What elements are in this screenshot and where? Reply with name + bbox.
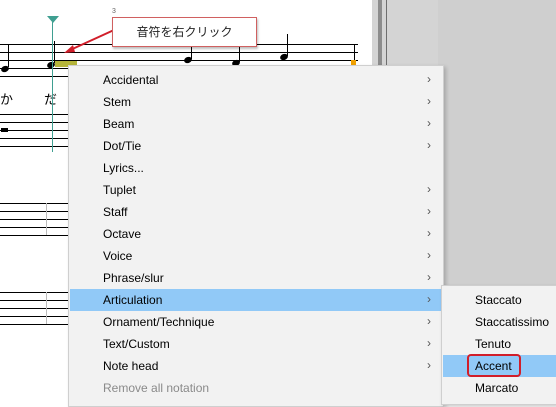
submenu-item-staccato[interactable]: Staccato (443, 289, 556, 311)
menu-item-text-custom[interactable]: Text/Custom › (70, 333, 442, 355)
menu-item-stem[interactable]: Stem › (70, 91, 442, 113)
staff-line (0, 138, 68, 139)
chevron-right-icon: › (427, 226, 431, 240)
menu-item-label: Note head (103, 359, 159, 373)
menu-item-lyrics[interactable]: Lyrics... (70, 157, 442, 179)
staff-line (0, 300, 68, 301)
chevron-right-icon: › (427, 314, 431, 328)
playback-cursor-head-icon[interactable] (47, 16, 59, 23)
menu-item-phrase-slur[interactable]: Phrase/slur › (70, 267, 442, 289)
staff-line (0, 146, 68, 147)
chevron-right-icon: › (427, 116, 431, 130)
chevron-right-icon: › (427, 182, 431, 196)
submenu-item-accent[interactable]: Accent (443, 355, 556, 377)
note-stem (287, 34, 288, 56)
chevron-right-icon: › (427, 248, 431, 262)
callout-annotation: 音符を右クリック (112, 17, 257, 47)
staff-line (0, 68, 68, 69)
menu-item-label: Tuplet (103, 183, 136, 197)
chevron-right-icon: › (427, 138, 431, 152)
submenu-item-label: Staccatissimo (475, 315, 550, 329)
menu-item-label: Voice (103, 249, 133, 263)
staff-line (0, 76, 68, 77)
submenu-item-tenuto[interactable]: Tenuto (443, 333, 556, 355)
submenu-item-label: Accent (475, 359, 512, 373)
menu-item-staff[interactable]: Staff › (70, 201, 442, 223)
staff-line (0, 316, 68, 317)
menu-item-label: Ornament/Technique (103, 315, 215, 329)
menu-item-label: Remove all notation (103, 381, 210, 395)
menu-item-voice[interactable]: Voice › (70, 245, 442, 267)
chevron-right-icon: › (427, 292, 431, 306)
callout-arrow-icon (64, 29, 115, 53)
staff-line (0, 308, 68, 309)
staff-line (0, 219, 68, 220)
chevron-right-icon: › (427, 72, 431, 86)
menu-item-octave[interactable]: Octave › (70, 223, 442, 245)
measure-number: 3 (112, 8, 116, 15)
menu-item-label: Staff (103, 205, 128, 219)
staff-line (0, 292, 68, 293)
staff-line (0, 227, 68, 228)
submenu-item-label: Tenuto (475, 337, 512, 351)
menu-item-label: Accidental (103, 73, 159, 87)
context-menu: Accidental › Stem › Beam › Dot/Tie › Lyrics.… (68, 65, 444, 407)
staff-line (0, 122, 68, 123)
submenu-item-label: Marcato (475, 381, 519, 395)
note-stem (8, 45, 9, 67)
articulation-submenu: Staccato Staccatissimo Tenuto Accent Mar… (441, 285, 556, 405)
staff-line (0, 130, 68, 131)
playback-cursor[interactable] (52, 22, 53, 152)
chevron-right-icon: › (427, 204, 431, 218)
menu-item-accidental[interactable]: Accidental › (70, 69, 442, 91)
staff-line (0, 203, 68, 204)
menu-item-tuplet[interactable]: Tuplet › (70, 179, 442, 201)
menu-item-articulation[interactable]: Articulation › (70, 289, 442, 311)
rest (1, 128, 8, 132)
note-stem (54, 41, 55, 63)
chevron-right-icon: › (427, 270, 431, 284)
menu-item-label: Text/Custom (103, 337, 170, 351)
menu-item-note-head[interactable]: Note head › (70, 355, 442, 377)
menu-item-label: Lyrics... (103, 161, 144, 175)
barline (46, 292, 47, 324)
staff-line (0, 114, 68, 115)
chevron-right-icon: › (427, 358, 431, 372)
menu-item-label: Stem (103, 95, 132, 109)
submenu-item-marcato[interactable]: Marcato (443, 377, 556, 399)
menu-item-label: Dot/Tie (103, 139, 142, 153)
staff-line (0, 324, 68, 325)
lyric-syllable: だ (44, 93, 58, 108)
submenu-item-label: Staccato (475, 293, 522, 307)
staff-line (0, 211, 68, 212)
staff-line (0, 235, 68, 236)
chevron-right-icon: › (427, 336, 431, 350)
chevron-right-icon: › (427, 94, 431, 108)
lyric-syllable: か (0, 93, 14, 108)
barline (46, 203, 47, 235)
menu-item-label: Articulation (103, 293, 163, 307)
menu-item-label: Octave (103, 227, 142, 241)
menu-item-label: Phrase/slur (103, 271, 164, 285)
menu-item-remove-all-notation: Remove all notation (70, 377, 442, 399)
menu-item-label: Beam (103, 117, 135, 131)
menu-item-beam[interactable]: Beam › (70, 113, 442, 135)
menu-item-dot-tie[interactable]: Dot/Tie › (70, 135, 442, 157)
menu-item-ornament-technique[interactable]: Ornament/Technique › (70, 311, 442, 333)
submenu-item-staccatissimo[interactable]: Staccatissimo (443, 311, 556, 333)
